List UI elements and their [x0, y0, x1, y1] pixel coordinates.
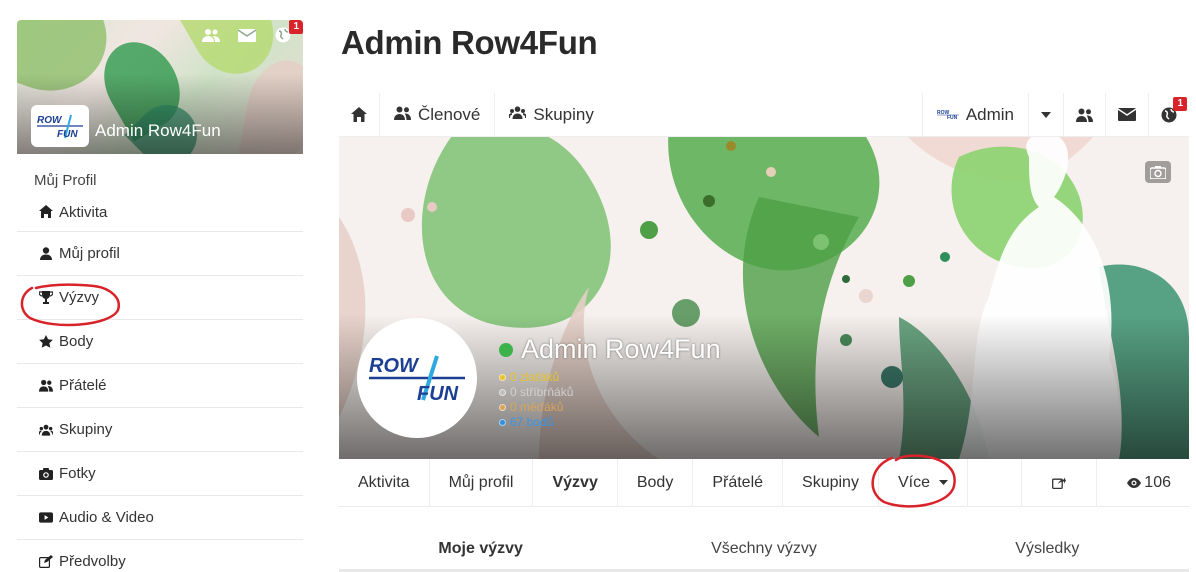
sidebar-profile-name[interactable]: Admin Row4Fun	[95, 121, 221, 141]
sidebar-item-label: Výzvy	[59, 289, 100, 306]
sidebar-section-title: Můj Profil	[34, 172, 97, 189]
nav-members[interactable]: Členové	[380, 92, 496, 137]
page-title: Admin Row4Fun	[341, 24, 598, 61]
friends-icon	[394, 106, 411, 124]
play-icon	[39, 511, 53, 525]
tab-vsechny-vyzvy[interactable]: Všechny výzvy	[622, 524, 905, 572]
sidebar-item-muj-profil[interactable]: Můj profil	[17, 232, 303, 276]
views-count: 106	[1144, 473, 1171, 491]
admin-dropdown-toggle[interactable]	[1029, 92, 1064, 137]
svg-text:FUN: FUN	[417, 383, 459, 404]
profile-stats: 0 zlaťáků 0 stříbrňáků 0 měďáků 67 bodů	[499, 370, 573, 430]
camera-icon	[39, 467, 53, 481]
mini-logo-icon: ROW FUN	[936, 109, 959, 121]
notification-badge: 1	[289, 20, 303, 34]
trophy-icon	[39, 291, 53, 305]
nav-admin[interactable]: ROW FUN Admin	[923, 92, 1029, 137]
nav-groups[interactable]: Skupiny	[495, 93, 607, 137]
friends-icon[interactable]	[201, 26, 221, 44]
sidebar-item-label: Audio & Video	[59, 509, 154, 526]
friends-icon	[1076, 108, 1093, 122]
challenge-tabs: Moje výzvy Všechny výzvy Výsledky	[339, 524, 1189, 572]
stat-gold: 0 zlaťáků	[499, 370, 573, 385]
sidebar-header-icons: 1	[201, 20, 303, 44]
sidebar: 1 ROW FUN Admin Row4Fun Můj Profil Aktiv…	[17, 20, 303, 572]
main-content: Admin Row4Fun Členové Skupiny ROW FUN Adm…	[339, 0, 1196, 572]
sidebar-item-label: Body	[59, 333, 94, 350]
profile-subnav: Aktivita Můj profil Výzvy Body Přátelé S…	[339, 458, 1189, 507]
subnav-vyzvy[interactable]: Výzvy	[533, 458, 618, 507]
messages-button[interactable]	[1106, 92, 1149, 137]
sidebar-menu: Aktivita Můj profil Výzvy Body Přátelé S…	[17, 196, 303, 572]
sidebar-item-vyzvy[interactable]: Výzvy	[17, 276, 303, 320]
svg-text:ROW: ROW	[37, 115, 63, 126]
sidebar-item-label: Předvolby	[59, 553, 126, 570]
nav-members-label: Členové	[418, 104, 481, 124]
nav-groups-label: Skupiny	[533, 104, 594, 124]
tab-moje-vyzvy[interactable]: Moje výzvy	[339, 524, 622, 572]
top-navigation: Členové Skupiny ROW FUN Admin 1	[339, 92, 1189, 137]
online-status-dot	[499, 342, 513, 357]
home-icon	[39, 204, 53, 218]
share-icon	[1052, 477, 1067, 489]
sidebar-item-body[interactable]: Body	[17, 320, 303, 364]
caret-down-icon	[938, 480, 948, 485]
svg-text:ROW: ROW	[369, 355, 420, 377]
subnav-more[interactable]: Více	[879, 458, 968, 507]
sidebar-item-audio-video[interactable]: Audio & Video	[17, 496, 303, 540]
notification-badge: 1	[1173, 96, 1187, 111]
sidebar-item-label: Přátelé	[59, 377, 107, 394]
subnav-pratele[interactable]: Přátelé	[693, 458, 784, 507]
stat-points: 67 bodů	[499, 415, 573, 430]
stat-bronze: 0 měďáků	[499, 400, 573, 415]
avatar[interactable]: ROW FUN	[357, 318, 477, 438]
sidebar-item-label: Skupiny	[59, 421, 113, 438]
nav-admin-label: Admin	[965, 104, 1014, 124]
home-button[interactable]	[339, 92, 380, 137]
friends-button[interactable]	[1064, 92, 1106, 137]
caret-down-icon	[1041, 111, 1051, 118]
sidebar-item-label: Aktivita	[59, 204, 108, 221]
profile-name: Admin Row4Fun	[499, 334, 721, 365]
mail-icon[interactable]	[237, 26, 257, 44]
sidebar-cover: 1 ROW FUN Admin Row4Fun	[17, 20, 303, 154]
eye-icon	[1127, 477, 1142, 488]
subnav-body[interactable]: Body	[618, 458, 694, 507]
profile-cover: ROW FUN Admin Row4Fun 0 zlaťáků 0 stříbr…	[339, 137, 1189, 459]
user-icon	[39, 247, 53, 261]
change-cover-button[interactable]	[1145, 161, 1171, 183]
subnav-more-label: Více	[897, 473, 930, 491]
friends-icon	[39, 379, 53, 393]
globe-icon[interactable]: 1	[273, 20, 303, 44]
notifications-button[interactable]: 1	[1149, 93, 1189, 137]
subnav-aktivita[interactable]: Aktivita	[339, 458, 430, 507]
home-icon	[351, 107, 367, 122]
sidebar-item-aktivita[interactable]: Aktivita	[17, 196, 303, 232]
svg-text:FUN: FUN	[57, 129, 78, 140]
subnav-muj-profil[interactable]: Můj profil	[430, 458, 534, 507]
tab-vysledky[interactable]: Výsledky	[906, 524, 1189, 572]
sidebar-item-predvolby[interactable]: Předvolby	[17, 540, 303, 572]
sidebar-item-fotky[interactable]: Fotky	[17, 452, 303, 496]
stat-silver: 0 stříbrňáků	[499, 385, 573, 400]
mail-icon	[1118, 108, 1136, 121]
svg-text:FUN: FUN	[947, 115, 958, 119]
star-icon	[39, 335, 53, 349]
row4fun-logo: ROW FUN	[369, 355, 465, 404]
share-button[interactable]	[1022, 458, 1098, 507]
edit-icon	[39, 555, 53, 569]
sidebar-item-label: Můj profil	[59, 245, 120, 262]
sidebar-item-pratele[interactable]: Přátelé	[17, 364, 303, 408]
sidebar-logo[interactable]: ROW FUN	[31, 105, 89, 147]
views-counter: 106	[1097, 459, 1189, 507]
groups-icon	[508, 106, 528, 123]
groups-icon	[39, 423, 53, 437]
sidebar-item-label: Fotky	[59, 465, 96, 482]
profile-name-text: Admin Row4Fun	[521, 334, 721, 364]
subnav-skupiny[interactable]: Skupiny	[783, 458, 879, 507]
camera-icon	[1150, 165, 1166, 179]
sidebar-item-skupiny[interactable]: Skupiny	[17, 408, 303, 452]
